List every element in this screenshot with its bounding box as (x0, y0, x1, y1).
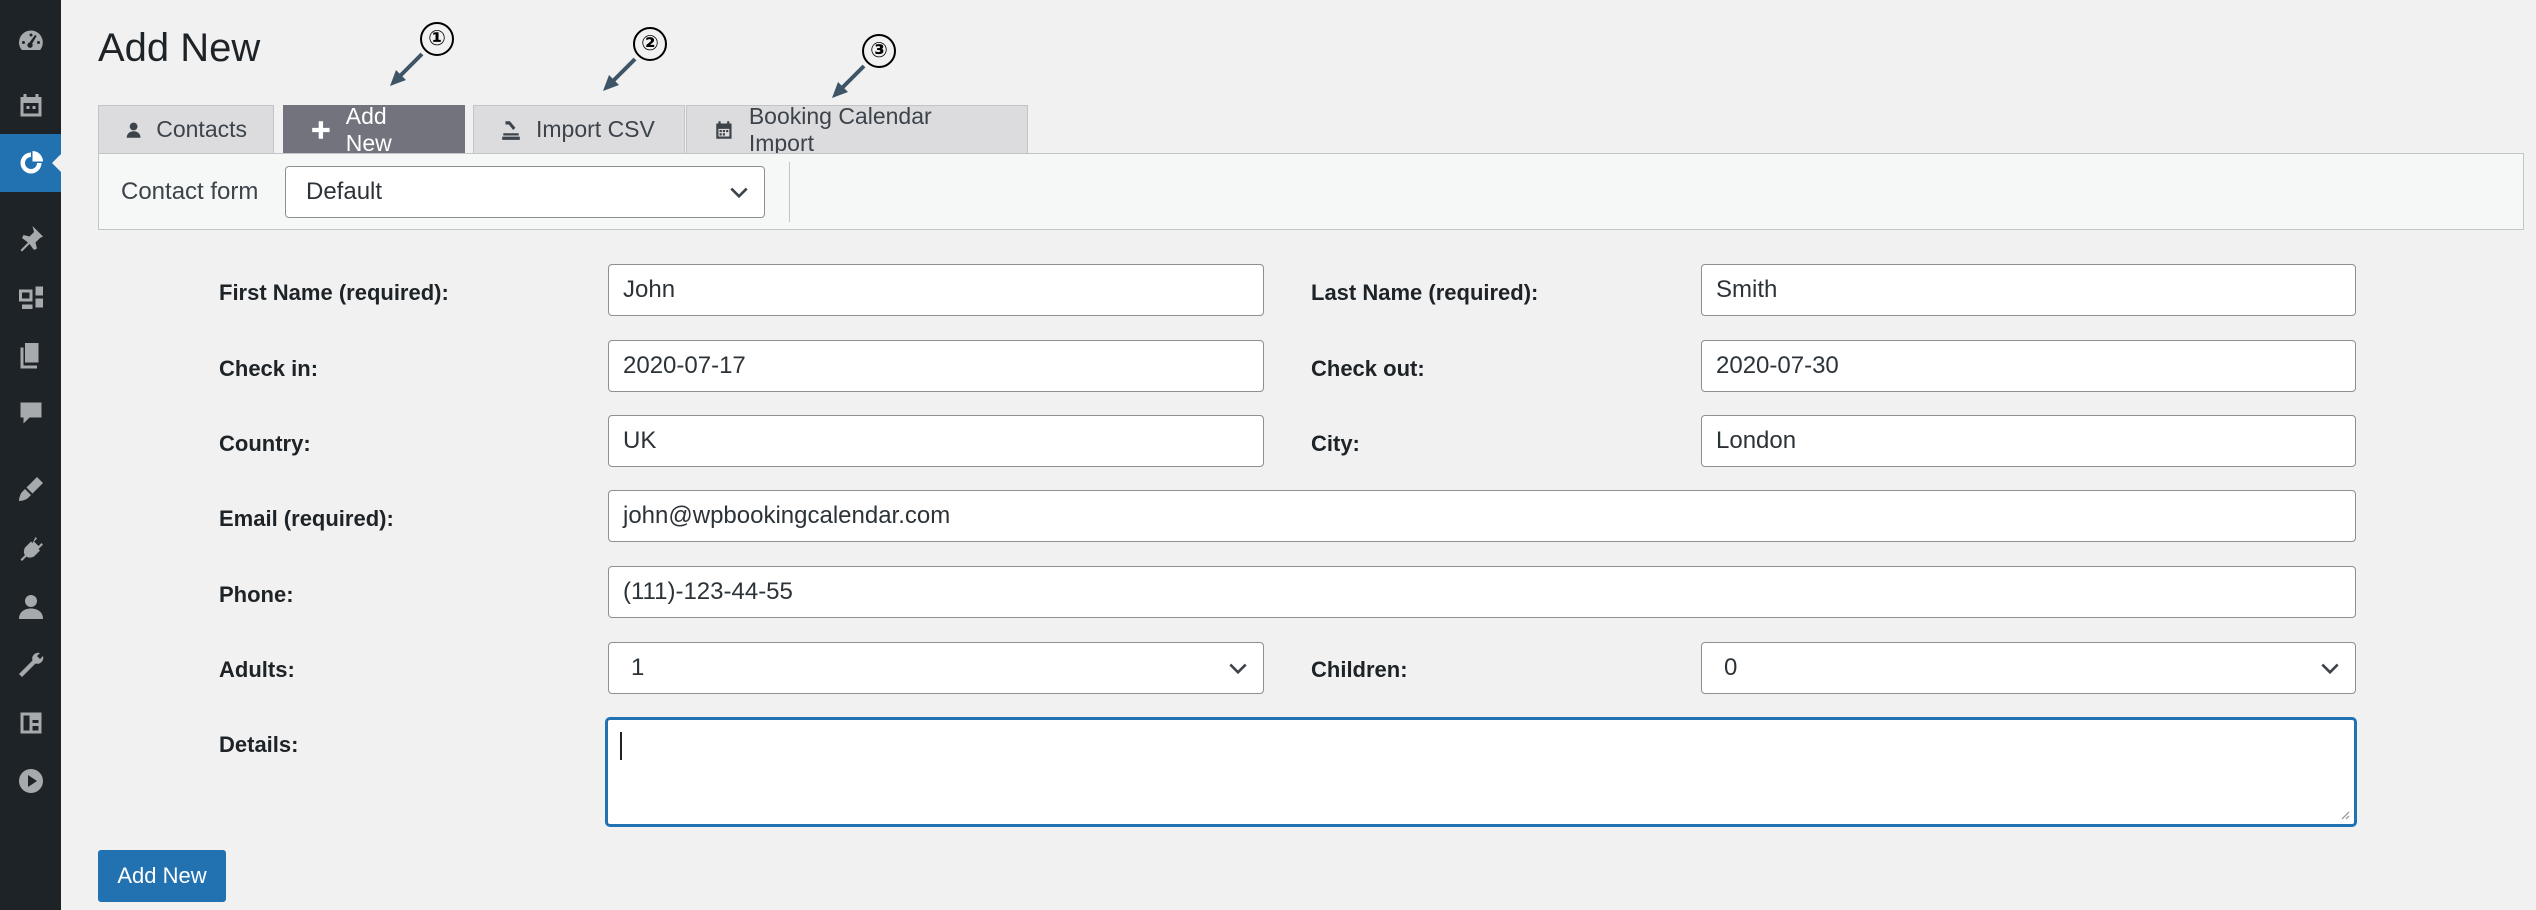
children-select[interactable]: 0 (1701, 642, 2356, 694)
first-name-label: First Name (required): (219, 280, 449, 305)
users-icon[interactable] (0, 585, 61, 629)
last-name-label: Last Name (required): (1311, 280, 1539, 305)
tab-import-csv[interactable]: Import CSV (473, 105, 685, 153)
settings-icon[interactable] (0, 701, 61, 745)
contact-form-label: Contact form (121, 178, 259, 205)
chevron-down-icon (730, 187, 748, 199)
pages-icon[interactable] (0, 333, 61, 377)
tab-label: Import CSV (536, 116, 655, 142)
country-input[interactable]: UK (608, 415, 1264, 467)
annotation-arrow-icon (832, 64, 866, 98)
text-caret (620, 732, 622, 760)
check-in-label: Check in: (219, 356, 319, 381)
adults-label: Adults: (219, 657, 295, 682)
contact-form-select[interactable]: Default (285, 166, 765, 218)
tab-label: Contacts (156, 116, 247, 142)
appearance-icon[interactable] (0, 467, 61, 511)
email-field[interactable]: john@wpbookingcalendar.com (608, 490, 2356, 542)
plugins-icon[interactable] (0, 527, 61, 571)
check-out-input[interactable]: 2020-07-30 (1701, 340, 2356, 392)
children-select-value: 0 (1724, 654, 1738, 681)
phone-input[interactable]: (111)-123-44-55 (608, 566, 2356, 618)
adults-select[interactable]: 1 (608, 642, 1264, 694)
calendar-icon[interactable] (0, 84, 61, 128)
user-icon (126, 122, 141, 138)
play-icon[interactable] (0, 759, 61, 803)
media-icon[interactable] (0, 275, 61, 319)
tab-label: Booking Calendar Import (748, 102, 932, 156)
plus-icon (312, 120, 330, 139)
contact-form-select-value: Default (306, 178, 383, 205)
check-in-input[interactable]: 2020-07-17 (608, 340, 1264, 392)
dashboard-icon[interactable] (0, 19, 61, 63)
tab-booking-calendar-import[interactable]: Booking Calendar Import (686, 103, 1028, 156)
tab-label: Add New (345, 102, 392, 156)
details-label: Details: (219, 732, 299, 757)
resize-grip-icon[interactable] (2340, 810, 2350, 820)
page-title: Add New (98, 26, 261, 70)
admin-sidebar (0, 0, 61, 910)
email-label: Email (required): (219, 506, 394, 531)
contacts-plugin-icon[interactable] (0, 134, 61, 192)
comments-icon[interactable] (0, 391, 61, 435)
adults-select-value: 1 (631, 654, 645, 681)
tab-contacts[interactable]: Contacts (98, 105, 274, 153)
city-label: City: (1311, 431, 1360, 456)
tab-add-new[interactable]: Add New (283, 103, 465, 156)
children-label: Children: (1311, 657, 1408, 682)
contact-form-toolbar: Contact form Default (98, 153, 2524, 230)
calendar-icon (716, 120, 732, 139)
tools-icon[interactable] (0, 643, 61, 687)
phone-label: Phone: (219, 582, 294, 607)
city-input[interactable]: London (1701, 415, 2356, 467)
annotation-arrow-icon (390, 52, 424, 86)
import-icon (502, 120, 520, 140)
add-new-button[interactable]: Add New (98, 850, 226, 902)
annotation-arrow-icon (603, 57, 637, 91)
chevron-down-icon (2321, 663, 2339, 675)
pin-icon[interactable] (0, 216, 61, 260)
check-out-label: Check out: (1311, 356, 1425, 381)
chevron-down-icon (1229, 663, 1247, 675)
last-name-input[interactable]: Smith (1701, 264, 2356, 316)
toolbar-divider (789, 162, 790, 222)
first-name-input[interactable]: John (608, 264, 1264, 316)
country-label: Country: (219, 431, 311, 456)
details-textarea[interactable] (606, 718, 2356, 826)
